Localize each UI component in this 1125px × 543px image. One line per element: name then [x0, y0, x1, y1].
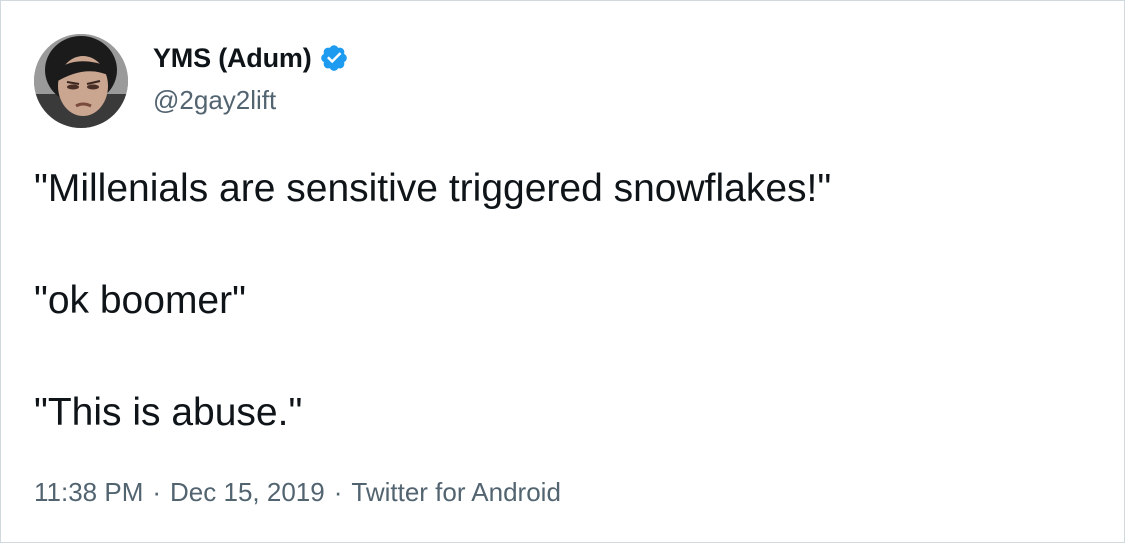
avatar[interactable]: [34, 34, 128, 128]
tweet-time[interactable]: 11:38 PM: [34, 477, 143, 507]
meta-separator: ·: [152, 477, 162, 507]
tweet-line: "ok boomer": [34, 279, 246, 322]
author-name-row: YMS (Adum): [153, 41, 349, 75]
tweet-line: "This is abuse.": [34, 391, 303, 434]
tweet-line: "Millenials are sensitive triggered snow…: [34, 167, 832, 210]
avatar-image: [34, 34, 128, 128]
tweet-date[interactable]: Dec 15, 2019: [170, 477, 325, 507]
tweet-text: "Millenials are sensitive triggered snow…: [34, 161, 1094, 441]
author-display-name[interactable]: YMS (Adum): [153, 41, 312, 75]
verified-badge-icon: [321, 45, 348, 71]
tweet-card: YMS (Adum) @2gay2lift "Millenials are se…: [0, 0, 1125, 543]
meta-separator: ·: [333, 477, 343, 507]
author-handle[interactable]: @2gay2lift: [153, 83, 276, 117]
tweet-meta: 11:38 PM · Dec 15, 2019 · Twitter for Androi…: [34, 475, 561, 509]
tweet-source-link[interactable]: Twitter for Android: [351, 477, 561, 507]
